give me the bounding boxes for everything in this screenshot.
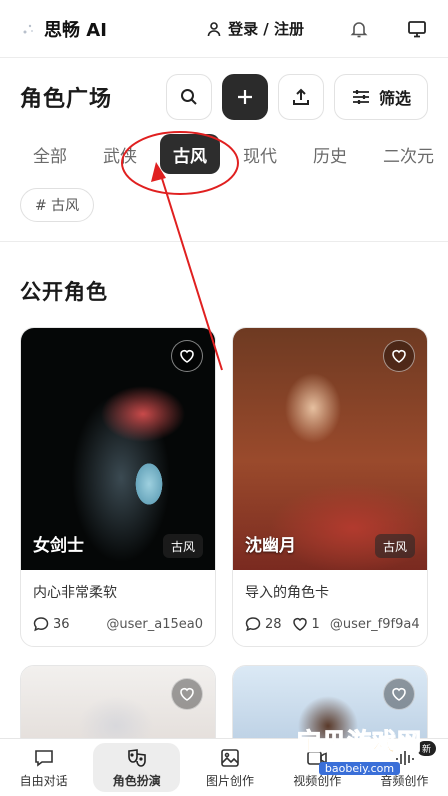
card-meta: 36 @user_a15ea0 xyxy=(21,606,215,646)
login-label: 登录 / 注册 xyxy=(228,20,304,38)
nav-roleplay[interactable]: 角色扮演 xyxy=(93,743,181,792)
bottom-navigation: 自由对话 角色扮演 图片创作 视频创作 新 音频创作 xyxy=(0,738,448,796)
tab-modern[interactable]: 现代 xyxy=(230,134,290,174)
filter-label: 筛选 xyxy=(378,89,411,108)
video-icon xyxy=(306,747,328,769)
monitor-icon[interactable] xyxy=(406,18,428,40)
audio-icon xyxy=(393,747,415,769)
tab-wuxia[interactable]: 武侠 xyxy=(90,134,150,174)
heart-icon xyxy=(391,348,407,364)
brand-logo-icon xyxy=(20,21,36,37)
plus-icon xyxy=(236,88,254,106)
nav-label: 视频创作 xyxy=(293,773,342,788)
divider xyxy=(0,241,448,242)
favorite-button[interactable] xyxy=(383,678,415,710)
active-tag-chip[interactable]: # 古风 xyxy=(20,188,95,222)
upload-icon xyxy=(291,87,311,107)
nav-audio-creation[interactable]: 新 音频创作 xyxy=(361,739,448,796)
nav-label: 自由对话 xyxy=(19,773,68,788)
tab-gufeng[interactable]: 古风 xyxy=(160,134,220,174)
character-name: 沈幽月 xyxy=(245,536,296,556)
character-card[interactable]: 沈幽月 古风 导入的角色卡 28 1 @user_f9f9a4 xyxy=(232,327,428,647)
favorite-button[interactable] xyxy=(171,340,203,372)
author-handle[interactable]: @user_a15ea0 xyxy=(106,617,203,632)
like-count: 1 xyxy=(311,616,320,632)
character-image: 女剑士 古风 xyxy=(21,328,215,570)
new-badge: 新 xyxy=(417,741,437,756)
character-card[interactable]: 女剑士 古风 内心非常柔软 36 @user_a15ea0 xyxy=(20,327,216,647)
character-image: 沈幽月 古风 xyxy=(233,328,427,570)
like-heart-icon[interactable] xyxy=(292,616,308,632)
brand[interactable]: 思畅 AI xyxy=(20,16,107,42)
character-description: 导入的角色卡 xyxy=(245,585,329,601)
comment-icon xyxy=(245,616,261,632)
comment-icon xyxy=(33,616,49,632)
nav-label: 图片创作 xyxy=(206,773,255,788)
heart-icon xyxy=(179,348,195,364)
page-title: 角色广场 xyxy=(20,87,113,112)
user-icon xyxy=(206,21,222,37)
login-register-button[interactable]: 登录 / 注册 xyxy=(206,18,304,39)
page-heading-row: 角色广场 筛选 xyxy=(20,74,428,120)
character-description: 内心非常柔软 xyxy=(33,585,117,601)
chat-icon xyxy=(33,747,55,769)
nav-free-chat[interactable]: 自由对话 xyxy=(0,739,87,796)
search-button[interactable] xyxy=(165,74,212,120)
heart-icon xyxy=(179,686,195,702)
bell-icon[interactable] xyxy=(348,18,370,40)
tab-all[interactable]: 全部 xyxy=(20,134,80,174)
comment-count: 28 xyxy=(265,616,282,632)
create-character-button[interactable] xyxy=(221,74,268,120)
heart-icon xyxy=(391,686,407,702)
favorite-button[interactable] xyxy=(171,678,203,710)
brand-name: 思畅 AI xyxy=(44,19,107,41)
nav-video-creation[interactable]: 视频创作 xyxy=(274,739,361,796)
nav-label: 音频创作 xyxy=(380,773,429,788)
character-tag: 古风 xyxy=(162,534,203,558)
nav-image-creation[interactable]: 图片创作 xyxy=(186,739,273,796)
section-title: 公开角色 xyxy=(20,280,108,304)
author-handle[interactable]: @user_f9f9a4 xyxy=(330,617,420,632)
favorite-button[interactable] xyxy=(383,340,415,372)
upload-button[interactable] xyxy=(277,74,324,120)
comment-count: 36 xyxy=(53,616,70,632)
card-meta: 28 1 @user_f9f9a4 xyxy=(233,606,427,646)
search-icon xyxy=(179,87,199,107)
image-icon xyxy=(219,747,241,769)
category-tabs: 全部 武侠 古风 现代 历史 二次元 xyxy=(20,134,447,174)
tab-anime[interactable]: 二次元 xyxy=(370,134,447,174)
sliders-icon xyxy=(351,88,371,106)
tab-history[interactable]: 历史 xyxy=(300,134,360,174)
nav-label: 角色扮演 xyxy=(112,773,161,788)
character-name: 女剑士 xyxy=(33,536,84,556)
character-tag: 古风 xyxy=(374,534,415,558)
masks-icon xyxy=(126,747,148,769)
filter-button[interactable]: 筛选 xyxy=(333,74,428,120)
top-bar: 思畅 AI 登录 / 注册 xyxy=(0,0,448,58)
